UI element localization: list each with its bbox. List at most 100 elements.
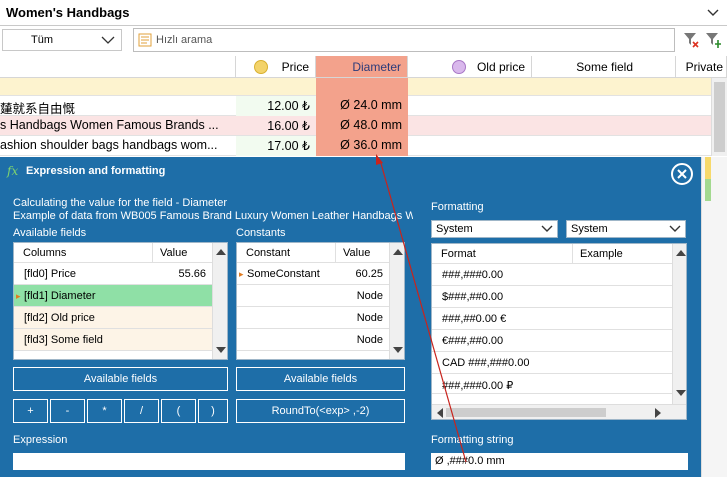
list-item[interactable]: ###,###0.00 — [432, 264, 672, 286]
close-paren-button[interactable]: ) — [198, 399, 228, 423]
search-icon — [138, 33, 152, 47]
column-header-name[interactable] — [0, 56, 236, 78]
fields-header: Columns Value — [14, 243, 212, 263]
formatting-label: Formatting — [431, 201, 484, 213]
scroll-down-icon[interactable] — [676, 390, 686, 396]
close-button[interactable] — [671, 163, 693, 185]
list-item[interactable]: Node — [237, 307, 389, 329]
window-titlebar: Women's Handbags — [0, 0, 727, 26]
formatting-string-label: Formatting string — [431, 434, 514, 446]
minus-operator-button[interactable]: - — [50, 399, 85, 423]
table-row[interactable]: s Handbags Women Famous Brands ... 16.00… — [0, 116, 711, 136]
list-item[interactable]: ###,##0.00 € — [432, 308, 672, 330]
list-item[interactable]: [fld2] Old price — [14, 307, 212, 329]
list-item[interactable]: ###,###0.00 ₽ — [432, 374, 672, 394]
table-row[interactable] — [0, 78, 711, 96]
calc-description: Calculating the value for the field - Di… — [13, 197, 227, 209]
dialog-title: Expression and formatting — [26, 165, 166, 177]
list-item[interactable]: ▸ SomeConstant 60.25 — [237, 263, 389, 285]
scroll-up-icon[interactable] — [216, 249, 226, 255]
expression-input[interactable] — [13, 453, 405, 470]
list-item[interactable]: [fld3] Some field — [14, 329, 212, 351]
row-pointer-icon: ▸ — [239, 269, 244, 279]
format-vertical-scrollbar[interactable] — [672, 244, 686, 404]
collapse-chevron-icon[interactable] — [705, 4, 721, 20]
row-marker — [705, 179, 711, 201]
scrollbar-thumb[interactable] — [446, 408, 606, 417]
toolbar: Tüm — [0, 26, 727, 54]
format-culture-select[interactable]: System — [431, 220, 558, 238]
fx-icon: fx — [7, 164, 19, 178]
diameter-cell: Ø 36.0 mm — [316, 136, 408, 156]
scroll-up-icon[interactable] — [676, 250, 686, 256]
open-paren-button[interactable]: ( — [161, 399, 196, 423]
scroll-right-icon[interactable] — [654, 408, 662, 418]
window-title: Women's Handbags — [6, 5, 130, 20]
clear-filter-icon[interactable] — [682, 31, 700, 49]
products-grid: Price Diameter Old price Some field Priv… — [0, 56, 727, 156]
list-item[interactable]: Node — [237, 329, 389, 351]
available-fields-label: Available fields — [13, 227, 87, 239]
constants-header: Constant Value — [237, 243, 389, 263]
table-row[interactable]: 㯬就系自由慨 12.00 ₺ Ø 24.0 mm — [0, 96, 711, 116]
divide-operator-button[interactable]: / — [124, 399, 159, 423]
format-header: Format Example — [432, 244, 672, 264]
fields-panel: Columns Value [fld0] Price 55.66 ▸ [fld1… — [13, 242, 228, 360]
row-marker — [705, 157, 711, 179]
scroll-down-icon[interactable] — [216, 347, 226, 353]
quick-search[interactable] — [133, 28, 675, 52]
list-item[interactable]: €###,##0.00 — [432, 330, 672, 352]
table-row[interactable]: ashion shoulder bags handbags wom... 17.… — [0, 136, 711, 156]
grid-right-edge — [701, 157, 727, 477]
name-cell: s Handbags Women Famous Brands ... — [0, 118, 219, 132]
plus-operator-button[interactable]: + — [13, 399, 48, 423]
price-cell: 16.00 ₺ — [267, 119, 310, 133]
column-header-old-price[interactable]: Old price — [408, 56, 532, 78]
name-cell: ashion shoulder bags handbags wom... — [0, 138, 218, 152]
chevron-down-icon — [669, 225, 681, 232]
fields-scrollbar[interactable] — [212, 243, 227, 359]
round-to-button[interactable]: RoundTo(<exp> ,-2) — [236, 399, 405, 423]
format-horizontal-scrollbar[interactable] — [432, 404, 686, 419]
scroll-up-icon[interactable] — [393, 249, 403, 255]
column-header-diameter[interactable]: Diameter — [316, 56, 408, 78]
constants-panel: Constant Value ▸ SomeConstant 60.25 Node… — [236, 242, 405, 360]
scroll-left-icon[interactable] — [436, 408, 444, 418]
column-header-price[interactable]: Price — [236, 56, 316, 78]
format-type-select[interactable]: System — [566, 220, 686, 238]
available-fields-button[interactable]: Available fields — [13, 367, 228, 391]
diameter-cell: Ø 24.0 mm — [316, 96, 408, 116]
column-header-some-field[interactable]: Some field — [532, 56, 676, 78]
constants-scrollbar[interactable] — [389, 243, 404, 359]
list-item[interactable]: $###,##0.00 — [432, 286, 672, 308]
filter-dropdown[interactable]: Tüm — [2, 29, 122, 51]
constants-label: Constants — [236, 227, 286, 239]
name-cell: 㯬就系自由慨 — [0, 102, 76, 116]
price-cell: 17.00 ₺ — [236, 136, 316, 156]
list-item-selected[interactable]: ▸ [fld1] Diameter — [14, 285, 212, 307]
coin-icon — [254, 60, 268, 74]
chevron-down-icon — [101, 36, 115, 44]
scrollbar-thumb[interactable] — [714, 82, 725, 152]
column-header-private[interactable]: Private — [676, 56, 727, 78]
diameter-cell — [316, 78, 408, 96]
search-input[interactable] — [156, 32, 656, 48]
format-list-panel: Format Example ###,###0.00 $###,##0.00 #… — [431, 243, 687, 420]
row-pointer-icon: ▸ — [16, 291, 21, 301]
available-constants-button[interactable]: Available fields — [236, 367, 405, 391]
chevron-down-icon — [541, 225, 553, 232]
list-item[interactable]: [fld0] Price 55.66 — [14, 263, 212, 285]
multiply-operator-button[interactable]: * — [87, 399, 122, 423]
formatting-string-input[interactable]: Ø ,###0.0 mm — [431, 453, 688, 470]
price-cell: 12.00 ₺ — [236, 96, 316, 116]
expression-dialog: fx Expression and formatting Calculating… — [0, 157, 701, 477]
expression-label: Expression — [13, 434, 68, 446]
grid-vertical-scrollbar[interactable] — [711, 78, 727, 156]
filter-settings-icon[interactable] — [704, 31, 722, 49]
close-icon — [677, 169, 687, 179]
list-item[interactable]: CAD ###,###0.00 — [432, 352, 672, 374]
filter-dropdown-value: Tüm — [31, 34, 53, 46]
scroll-down-icon[interactable] — [393, 347, 403, 353]
coin-icon — [452, 60, 466, 74]
list-item[interactable]: Node — [237, 285, 389, 307]
